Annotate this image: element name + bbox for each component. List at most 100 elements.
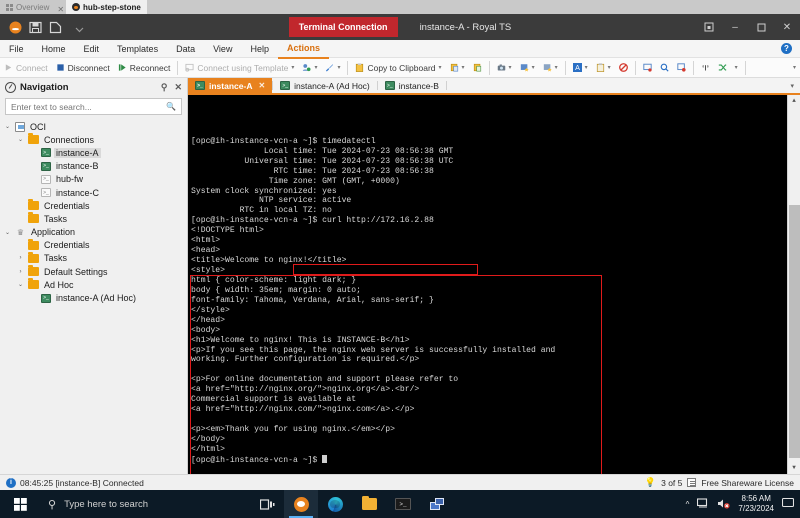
file-explorer-icon[interactable] — [352, 490, 386, 518]
chevron-down-icon[interactable]: ▾ — [555, 64, 558, 71]
taskbar-search[interactable]: ⚲ Type here to search — [40, 498, 250, 511]
menu-item-templates[interactable]: Templates — [108, 40, 167, 58]
chevron-toggle-icon[interactable]: › — [16, 269, 25, 275]
terminal-output[interactable]: [opc@ih-instance-vcn-a ~]$ timedatectl L… — [188, 95, 787, 474]
chevron-toggle-icon[interactable]: ⌄ — [16, 281, 25, 288]
tree-item-connections[interactable]: ⌄ Connections — [0, 133, 187, 146]
help-icon[interactable]: ? — [781, 43, 792, 54]
tree-item-ad-hoc[interactable]: ⌄ Ad Hoc — [0, 278, 187, 291]
tree-item-instance-a-ad-hoc[interactable]: >_ instance-A (Ad Hoc) — [0, 291, 187, 304]
volume-muted-icon[interactable] — [717, 498, 731, 511]
outer-tab-hub-step-stone[interactable]: hub-step-stone — [66, 0, 147, 14]
chevron-down-icon[interactable]: ▾ — [735, 64, 738, 71]
font-button[interactable]: A ▾ — [569, 58, 592, 77]
menu-item-home[interactable]: Home — [33, 40, 75, 58]
chevron-down-icon[interactable]: ▾ — [509, 64, 512, 71]
paste-button[interactable]: ▾ — [446, 58, 469, 77]
chevron-down-icon[interactable]: ▾ — [585, 64, 588, 71]
chevron-down-icon[interactable]: ▾ — [439, 64, 442, 71]
chevron-down-icon[interactable]: ▾ — [314, 64, 317, 71]
ribbon-more-button[interactable]: ▾ — [731, 58, 742, 77]
shuffle-button[interactable] — [714, 58, 731, 77]
tree-item-default-settings[interactable]: › Default Settings — [0, 265, 187, 278]
new-document-icon[interactable] — [49, 21, 62, 34]
tools-button[interactable]: ▾ — [321, 58, 344, 77]
tree-item-oci[interactable]: ⌄ OCI — [0, 120, 187, 133]
chevron-down-icon[interactable]: ▾ — [337, 64, 340, 71]
network-icon[interactable] — [420, 490, 454, 518]
scroll-down-arrow-icon[interactable]: ▼ — [792, 462, 796, 474]
command-prompt-icon[interactable]: >_ — [386, 490, 420, 518]
pin-icon[interactable]: ⚲ — [161, 82, 168, 93]
restore-down-icon[interactable] — [696, 14, 722, 40]
session-tab-instance-a-ad-hoc[interactable]: >_ instance-A (Ad Hoc) — [273, 78, 377, 93]
tip-counter[interactable]: 3 of 5 — [661, 478, 682, 488]
taskbar-clock[interactable]: 8:56 AM 7/23/2024 — [738, 494, 774, 514]
clear-button[interactable] — [615, 58, 632, 77]
session-record-button[interactable] — [673, 58, 690, 77]
network-tray-icon[interactable] — [697, 498, 709, 510]
chevron-down-icon[interactable]: ▾ — [793, 64, 796, 71]
menu-item-view[interactable]: View — [204, 40, 241, 58]
disconnect-button[interactable]: Disconnect — [52, 58, 114, 77]
copy-to-clipboard-button[interactable]: Copy to Clipboard ▾ — [351, 58, 445, 77]
paste-special-button[interactable] — [469, 58, 486, 77]
microsoft-edge-icon[interactable] — [318, 490, 352, 518]
chevron-down-icon[interactable]: ▾ — [291, 64, 294, 71]
task-view-icon[interactable] — [250, 490, 284, 518]
clipboard-history-button[interactable]: ▾ — [592, 58, 615, 77]
screenshot-button[interactable]: ▾ — [493, 58, 516, 77]
menu-item-edit[interactable]: Edit — [75, 40, 109, 58]
tree-item-application[interactable]: ⌄ ♛ Application — [0, 226, 187, 239]
tree-item-tasks[interactable]: › Tasks — [0, 251, 187, 265]
outer-tab-overview[interactable]: Overview — [0, 0, 55, 14]
reconnect-button[interactable]: Reconnect — [114, 58, 175, 77]
tree-item-tasks[interactable]: Tasks — [0, 212, 187, 225]
session-tab-instance-b[interactable]: >_ instance-B — [378, 78, 446, 93]
menu-item-file[interactable]: File — [0, 40, 33, 58]
chevron-toggle-icon[interactable]: ⌄ — [3, 229, 12, 236]
session-close-button[interactable] — [639, 58, 656, 77]
maximize-icon[interactable] — [748, 14, 774, 40]
session-tab-instance-a[interactable]: >_ instance-A ✕ — [188, 78, 273, 93]
chevron-down-icon[interactable]: ▾ — [532, 64, 535, 71]
terminal-scrollbar[interactable]: ▲ ▼ — [787, 95, 800, 474]
session-tab-close-icon[interactable]: ✕ — [258, 81, 265, 90]
start-button[interactable] — [0, 490, 40, 518]
session-tab-overflow-chevron-icon[interactable]: ▾ — [784, 78, 800, 93]
chevron-toggle-icon[interactable]: ⌄ — [16, 136, 25, 143]
connect-using-template-button[interactable]: Connect using Template ▾ — [181, 58, 298, 77]
scroll-up-arrow-icon[interactable]: ▲ — [792, 95, 796, 107]
chevron-down-icon[interactable]: ▾ — [462, 64, 465, 71]
tree-item-hub-fw[interactable]: >_ hub-fw — [0, 173, 187, 186]
customize-caret-icon[interactable] — [75, 21, 88, 34]
notifications-icon[interactable] — [781, 497, 795, 510]
license-label[interactable]: Free Shareware License — [701, 478, 794, 488]
close-icon[interactable]: ✕ — [174, 82, 182, 93]
menu-item-help[interactable]: Help — [241, 40, 278, 58]
terminal-panel[interactable]: [opc@ih-instance-vcn-a ~]$ timedatectl L… — [188, 95, 800, 474]
keysequence-button[interactable] — [697, 58, 714, 77]
tree-item-instance-b[interactable]: >_ instance-B — [0, 160, 187, 173]
menu-item-data[interactable]: Data — [167, 40, 204, 58]
close-icon[interactable]: ✕ — [774, 14, 800, 40]
outer-tab-close-icon[interactable]: ✕ — [55, 5, 66, 14]
chevron-toggle-icon[interactable]: ⌄ — [3, 123, 12, 130]
scrollbar-track[interactable] — [787, 107, 800, 462]
show-hidden-icons-chevron[interactable]: ^ — [686, 500, 690, 509]
add-favorite-button[interactable]: ▾ — [516, 58, 539, 77]
minimize-icon[interactable]: – — [722, 14, 748, 40]
save-icon[interactable] — [29, 21, 42, 34]
tree-item-credentials[interactable]: Credentials — [0, 199, 187, 212]
dashboard-favorite-button[interactable]: ▾ — [539, 58, 562, 77]
connect-button[interactable]: Connect — [0, 58, 52, 77]
search-box[interactable]: 🔍 — [5, 98, 182, 115]
tree-item-instance-c[interactable]: >_ instance-C — [0, 186, 187, 199]
tree-item-credentials[interactable]: Credentials — [0, 238, 187, 252]
chevron-down-icon[interactable]: ▾ — [608, 64, 611, 71]
search-input[interactable] — [11, 101, 167, 112]
credentials-button[interactable]: ▾ — [298, 58, 321, 77]
tree-item-instance-a[interactable]: >_ instance-A — [0, 146, 187, 159]
ribbon-collapse-button[interactable]: ▾ — [789, 58, 800, 77]
search-icon[interactable]: 🔍 — [166, 102, 176, 111]
